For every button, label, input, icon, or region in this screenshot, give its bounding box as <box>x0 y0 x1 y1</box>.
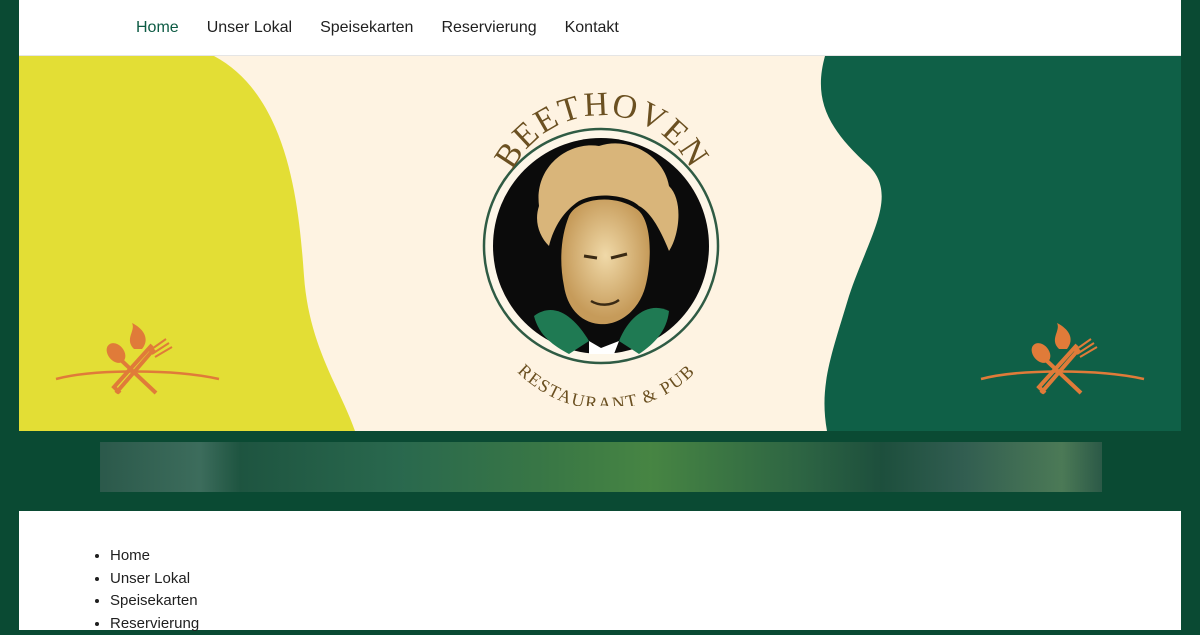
nav-item-kontakt[interactable]: Kontakt <box>565 19 619 37</box>
nav-menu: Home Unser Lokal Speisekarten Reservieru… <box>19 19 647 37</box>
nav-item-unser-lokal[interactable]: Unser Lokal <box>207 19 292 37</box>
nav-item-reservierung[interactable]: Reservierung <box>441 19 536 37</box>
utensils-fire-icon <box>54 321 224 401</box>
hero-banner: BEETHOVEN RESTAURANT & PUB <box>19 56 1181 431</box>
utensils-fire-icon <box>979 321 1149 401</box>
list-item-speisekarten[interactable]: Speisekarten <box>110 590 1181 613</box>
list-item-home[interactable]: Home <box>110 545 1181 568</box>
restaurant-logo: BEETHOVEN RESTAURANT & PUB <box>479 86 724 406</box>
nav-item-speisekarten[interactable]: Speisekarten <box>320 19 413 37</box>
list-item-unser-lokal[interactable]: Unser Lokal <box>110 568 1181 591</box>
logo-subtitle-path: RESTAURANT & PUB <box>514 360 699 406</box>
nav-item-home[interactable]: Home <box>136 19 179 37</box>
content-link-list: Home Unser Lokal Speisekarten Reservieru… <box>19 511 1181 635</box>
list-item-reservierung[interactable]: Reservierung <box>110 613 1181 635</box>
logo-emblem: BEETHOVEN RESTAURANT & PUB <box>479 86 724 406</box>
image-strip <box>100 442 1102 492</box>
logo-subtitle: RESTAURANT & PUB <box>514 360 699 406</box>
content-area: Home Unser Lokal Speisekarten Reservieru… <box>19 511 1181 630</box>
main-navigation: Home Unser Lokal Speisekarten Reservieru… <box>19 0 1181 56</box>
